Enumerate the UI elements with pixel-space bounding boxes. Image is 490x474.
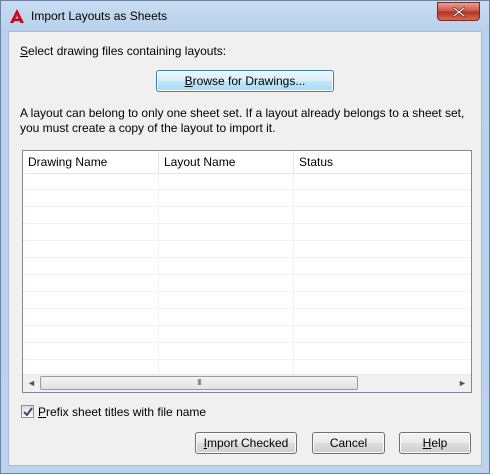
scroll-right-arrow-icon[interactable]: ►: [454, 375, 471, 392]
cancel-button[interactable]: Cancel: [312, 432, 385, 454]
column-header-drawing-name[interactable]: Drawing Name: [23, 151, 158, 173]
title-bar[interactable]: Import Layouts as Sheets: [1, 1, 489, 31]
info-text: A layout can belong to only one sheet se…: [20, 106, 465, 135]
scrollbar-thumb[interactable]: III: [40, 376, 358, 390]
import-layouts-dialog: Import Layouts as Sheets Select drawing …: [0, 0, 490, 474]
dialog-body: Select drawing files containing layouts:…: [8, 31, 482, 466]
table-header: Drawing Name Layout Name Status: [23, 151, 471, 174]
prefix-sheet-titles-checkbox[interactable]: [21, 405, 34, 418]
close-button[interactable]: [437, 2, 480, 21]
help-button[interactable]: Help: [399, 432, 471, 454]
close-icon: [453, 7, 465, 17]
autocad-a-icon: [9, 8, 25, 24]
horizontal-scrollbar[interactable]: ◄ III ►: [23, 374, 471, 392]
layouts-table[interactable]: Drawing Name Layout Name Status ◄ III ►: [22, 150, 472, 393]
browse-for-drawings-button[interactable]: Browse for Drawings...: [156, 70, 334, 92]
checkmark-icon: [23, 407, 33, 417]
window-title: Import Layouts as Sheets: [31, 9, 168, 23]
column-header-layout-name[interactable]: Layout Name: [158, 151, 293, 173]
select-files-label: Select drawing files containing layouts:: [20, 44, 227, 58]
import-checked-button[interactable]: Import Checked: [195, 432, 297, 454]
prefix-sheet-titles-label[interactable]: Prefix sheet titles with file name: [38, 405, 206, 419]
column-header-status[interactable]: Status: [293, 151, 471, 173]
scroll-left-arrow-icon[interactable]: ◄: [23, 375, 40, 392]
